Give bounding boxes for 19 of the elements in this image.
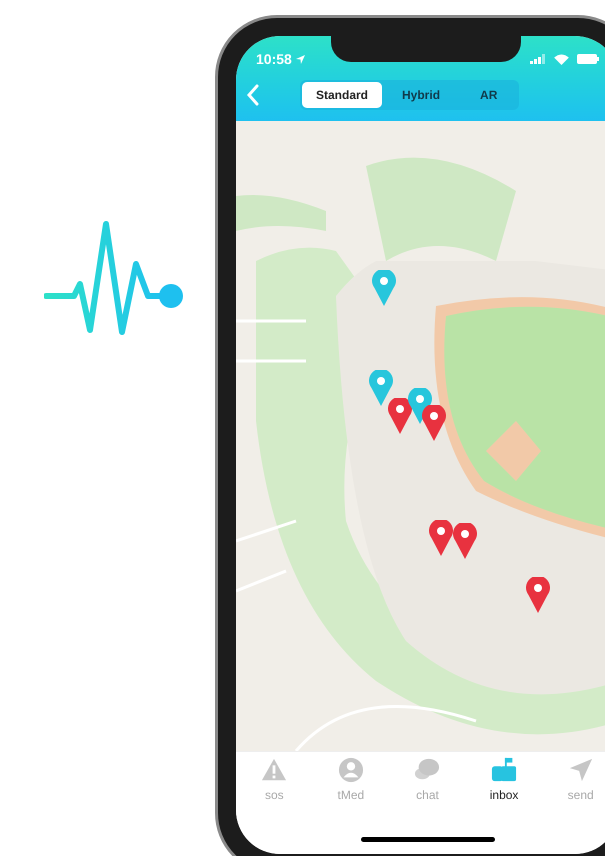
status-time: 10:58	[256, 50, 292, 68]
map-pin-icon[interactable]	[429, 520, 453, 556]
paper-plane-icon	[568, 757, 594, 783]
battery-icon	[577, 54, 599, 64]
signal-icon	[530, 54, 546, 64]
map-pin-icon[interactable]	[526, 577, 550, 613]
tab-bar-item[interactable]: inbox	[474, 757, 534, 810]
map-mode-tab[interactable]: Hybrid	[382, 82, 460, 108]
mailbox-icon	[491, 757, 518, 783]
wifi-icon	[554, 54, 569, 64]
map-mode-tab[interactable]: AR	[460, 82, 518, 108]
warning-icon	[261, 757, 288, 783]
location-arrow-icon	[296, 54, 305, 64]
map-pin-icon[interactable]	[453, 523, 477, 559]
map-pin-icon[interactable]	[369, 370, 393, 406]
map-mode-tab[interactable]: Standard	[302, 82, 382, 108]
map-pin-icon[interactable]	[388, 398, 412, 434]
person-icon	[338, 757, 364, 783]
map-pin-icon[interactable]	[422, 405, 446, 441]
